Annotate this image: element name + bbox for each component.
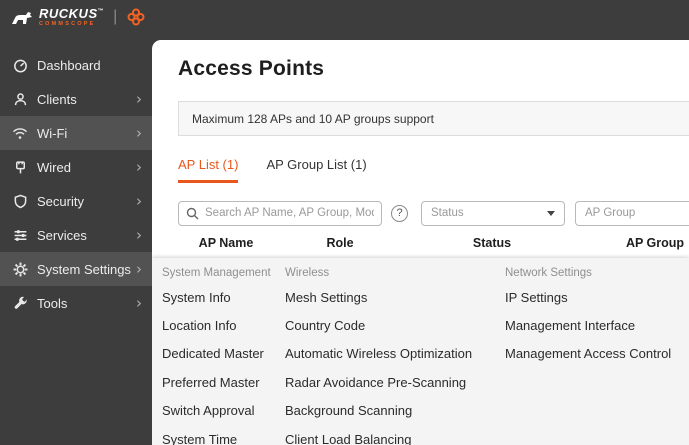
shield-icon (12, 193, 28, 209)
caret-down-icon (547, 210, 555, 216)
tab-ap-list[interactable]: AP List (1) (178, 157, 239, 183)
sidebar-item-label: Clients (37, 91, 77, 107)
chevron-right-icon: › (136, 293, 142, 312)
brand-subname: COMMSCOPE (39, 21, 96, 27)
ap-group-filter-placeholder: AP Group (585, 207, 636, 219)
mega-menu-column-system-management: System Management System Info Location I… (162, 263, 271, 445)
help-icon[interactable]: ? (391, 204, 408, 222)
menu-item-ip-settings[interactable]: IP Settings (505, 283, 671, 311)
main-panel: Access Points Maximum 128 APs and 10 AP … (152, 40, 689, 445)
mega-menu-column-header: System Management (162, 267, 271, 279)
menu-item-radar-avoidance-pre-scanning[interactable]: Radar Avoidance Pre-Scanning (285, 368, 472, 396)
sidebar-item-label: System Settings (37, 261, 131, 277)
sidebar-item-label: Dashboard (37, 57, 101, 73)
menu-item-management-access-control[interactable]: Management Access Control (505, 340, 671, 368)
menu-item-dedicated-master[interactable]: Dedicated Master (162, 340, 271, 368)
ap-search-box[interactable] (178, 200, 382, 226)
filter-row: ? Status AP Group (178, 200, 689, 226)
sidebar-item-security[interactable]: Security › (0, 184, 152, 218)
sidebar-item-label: Services (37, 227, 87, 243)
menu-item-mesh-settings[interactable]: Mesh Settings (285, 283, 472, 311)
mega-menu-column-header: Wireless (285, 267, 330, 279)
brand-name: RUCKUS™ (39, 6, 105, 21)
chevron-right-icon: › (136, 157, 142, 176)
top-bar: RUCKUS™ COMMSCOPE | (0, 0, 689, 40)
status-filter-placeholder: Status (431, 207, 464, 219)
menu-item-automatic-wireless-optimization[interactable]: Automatic Wireless Optimization (285, 340, 472, 368)
column-header-status[interactable]: Status (473, 236, 511, 250)
sidebar-item-system-settings[interactable]: System Settings › (0, 252, 152, 286)
sidebar-item-clients[interactable]: Clients › (0, 82, 152, 116)
sidebar: Dashboard Clients › Wi-Fi › Wired › Secu… (0, 48, 152, 445)
chevron-right-icon: › (136, 225, 142, 244)
brand-logo: RUCKUS™ COMMSCOPE | (10, 7, 146, 28)
chevron-right-icon: › (136, 259, 142, 278)
sidebar-item-dashboard[interactable]: Dashboard (0, 48, 152, 82)
ap-tabs: AP List (1) AP Group List (1) (178, 157, 367, 183)
sidebar-item-tools[interactable]: Tools › (0, 286, 152, 320)
sidebar-item-label: Wired (37, 159, 71, 175)
page-title: Access Points (178, 57, 325, 80)
services-icon (12, 227, 28, 243)
commscope-icon (126, 7, 146, 27)
ruckus-dog-icon (10, 9, 34, 26)
search-input[interactable] (205, 207, 374, 219)
dashboard-icon (12, 57, 28, 73)
search-icon (186, 207, 199, 220)
chevron-right-icon: › (136, 191, 142, 210)
chevron-right-icon: › (136, 89, 142, 108)
wired-icon (12, 159, 28, 175)
sidebar-item-services[interactable]: Services › (0, 218, 152, 252)
menu-item-management-interface[interactable]: Management Interface (505, 311, 671, 339)
sidebar-item-wifi[interactable]: Wi-Fi › (0, 116, 152, 150)
column-header-ap-group[interactable]: AP Group (626, 236, 684, 250)
clients-icon (12, 91, 28, 107)
sidebar-item-label: Tools (37, 295, 68, 311)
mega-menu-column-header: Network Settings (505, 267, 592, 279)
menu-item-client-load-balancing[interactable]: Client Load Balancing (285, 425, 472, 445)
ap-table-header: AP Name Role Status AP Group (152, 236, 689, 260)
chevron-right-icon: › (136, 123, 142, 142)
ap-group-filter-dropdown[interactable]: AP Group (575, 200, 689, 226)
menu-item-background-scanning[interactable]: Background Scanning (285, 397, 472, 425)
gear-icon (12, 261, 28, 277)
status-filter-dropdown[interactable]: Status (421, 200, 565, 226)
wrench-icon (12, 295, 28, 311)
sidebar-item-label: Security (37, 193, 84, 209)
menu-item-switch-approval[interactable]: Switch Approval (162, 397, 271, 425)
column-header-role[interactable]: Role (326, 236, 353, 250)
sidebar-item-wired[interactable]: Wired › (0, 150, 152, 184)
menu-item-preferred-master[interactable]: Preferred Master (162, 368, 271, 396)
mega-menu-column-wireless: Wireless Mesh Settings Country Code Auto… (285, 263, 472, 445)
mega-menu-column-network-settings: Network Settings IP Settings Management … (505, 263, 671, 368)
sidebar-item-label: Wi-Fi (37, 125, 68, 141)
tab-ap-group-list[interactable]: AP Group List (1) (266, 157, 366, 183)
wifi-icon (12, 125, 28, 141)
column-header-ap-name[interactable]: AP Name (199, 236, 254, 250)
capacity-notice: Maximum 128 APs and 10 AP groups support (178, 101, 689, 136)
logo-divider: | (113, 8, 118, 26)
menu-item-country-code[interactable]: Country Code (285, 311, 472, 339)
system-settings-mega-menu: System Management System Info Location I… (152, 258, 689, 445)
menu-item-system-time[interactable]: System Time (162, 425, 271, 445)
menu-item-system-info[interactable]: System Info (162, 283, 271, 311)
menu-item-location-info[interactable]: Location Info (162, 311, 271, 339)
